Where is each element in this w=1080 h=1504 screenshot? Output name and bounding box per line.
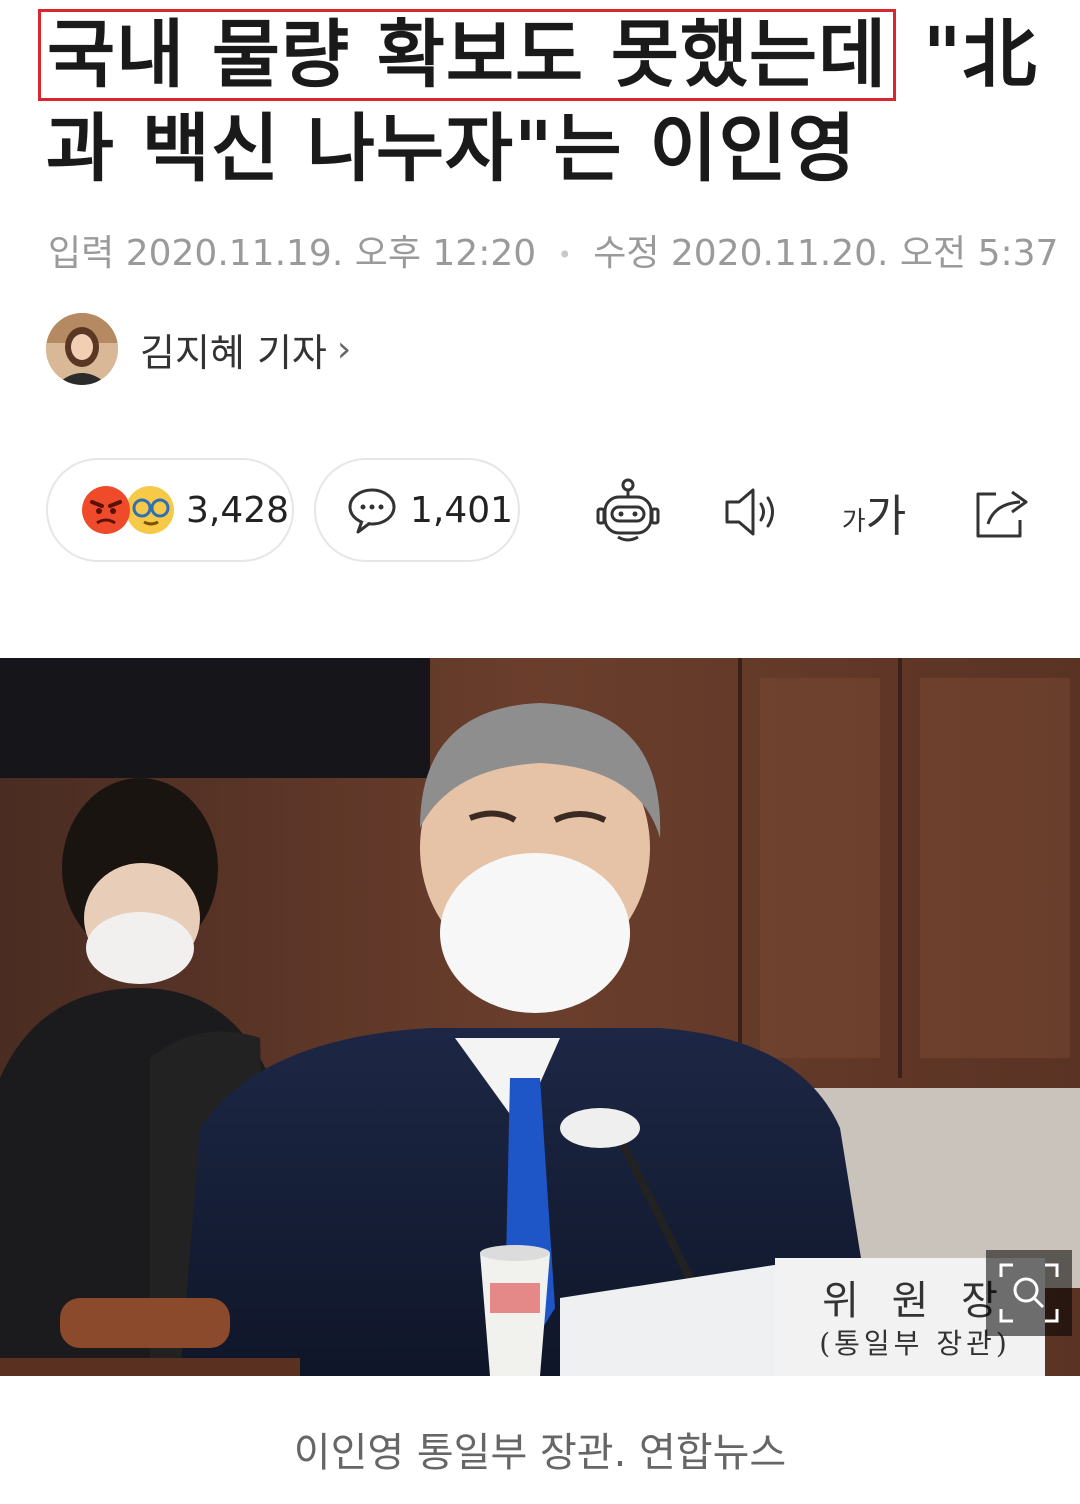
share-button[interactable] xyxy=(964,474,1040,550)
share-icon xyxy=(976,490,1028,538)
author-link[interactable]: 김지혜 기자 › xyxy=(46,312,351,386)
author-name: 김지혜 기자 xyxy=(140,330,327,375)
headline-line1-rest: "北 xyxy=(896,12,1038,98)
zoom-button[interactable] xyxy=(986,1250,1072,1336)
author-avatar xyxy=(46,313,118,385)
article-photo[interactable]: 위 원 장 (통일부 장관) xyxy=(0,658,1080,1376)
reaction-button[interactable]: 3,428 xyxy=(46,458,294,562)
font-size-large-label: 가 xyxy=(865,491,907,542)
modified-label: 수정 xyxy=(593,233,660,274)
zoom-search-icon xyxy=(999,1263,1059,1323)
meta-separator: • xyxy=(557,241,572,269)
comment-count: 1,401 xyxy=(410,489,514,531)
angry-face-icon xyxy=(82,486,174,534)
font-size-button[interactable]: 가 가 xyxy=(834,474,914,550)
headline-line2: 과 백신 나누자"는 이인영 xyxy=(46,106,857,192)
chevron-right-icon: › xyxy=(336,328,352,370)
article-headline: 국내 물량 확보도 못했는데 "北 과 백신 나누자"는 이인영 xyxy=(38,8,1046,196)
font-size-small-label: 가 xyxy=(841,506,866,537)
speaker-icon xyxy=(725,488,774,536)
reaction-count: 3,428 xyxy=(186,489,290,531)
tts-button[interactable] xyxy=(712,474,788,550)
modified-time: 2020.11.20. 오전 5:37 xyxy=(670,233,1059,274)
headline-highlight: 국내 물량 확보도 못했는데 xyxy=(38,9,897,101)
article-meta: 입력 2020.11.19. 오후 12:20 • 수정 2020.11.20.… xyxy=(48,224,1058,276)
summary-bot-button[interactable] xyxy=(590,474,666,550)
photo-caption: 이인영 통일부 장관. 연합뉴스 xyxy=(293,1430,787,1476)
speech-bubble-icon xyxy=(348,488,396,534)
input-time: 2020.11.19. 오후 12:20 xyxy=(125,233,537,274)
comment-button[interactable]: 1,401 xyxy=(314,458,520,562)
robot-icon xyxy=(596,478,660,542)
input-label: 입력 xyxy=(48,233,115,274)
